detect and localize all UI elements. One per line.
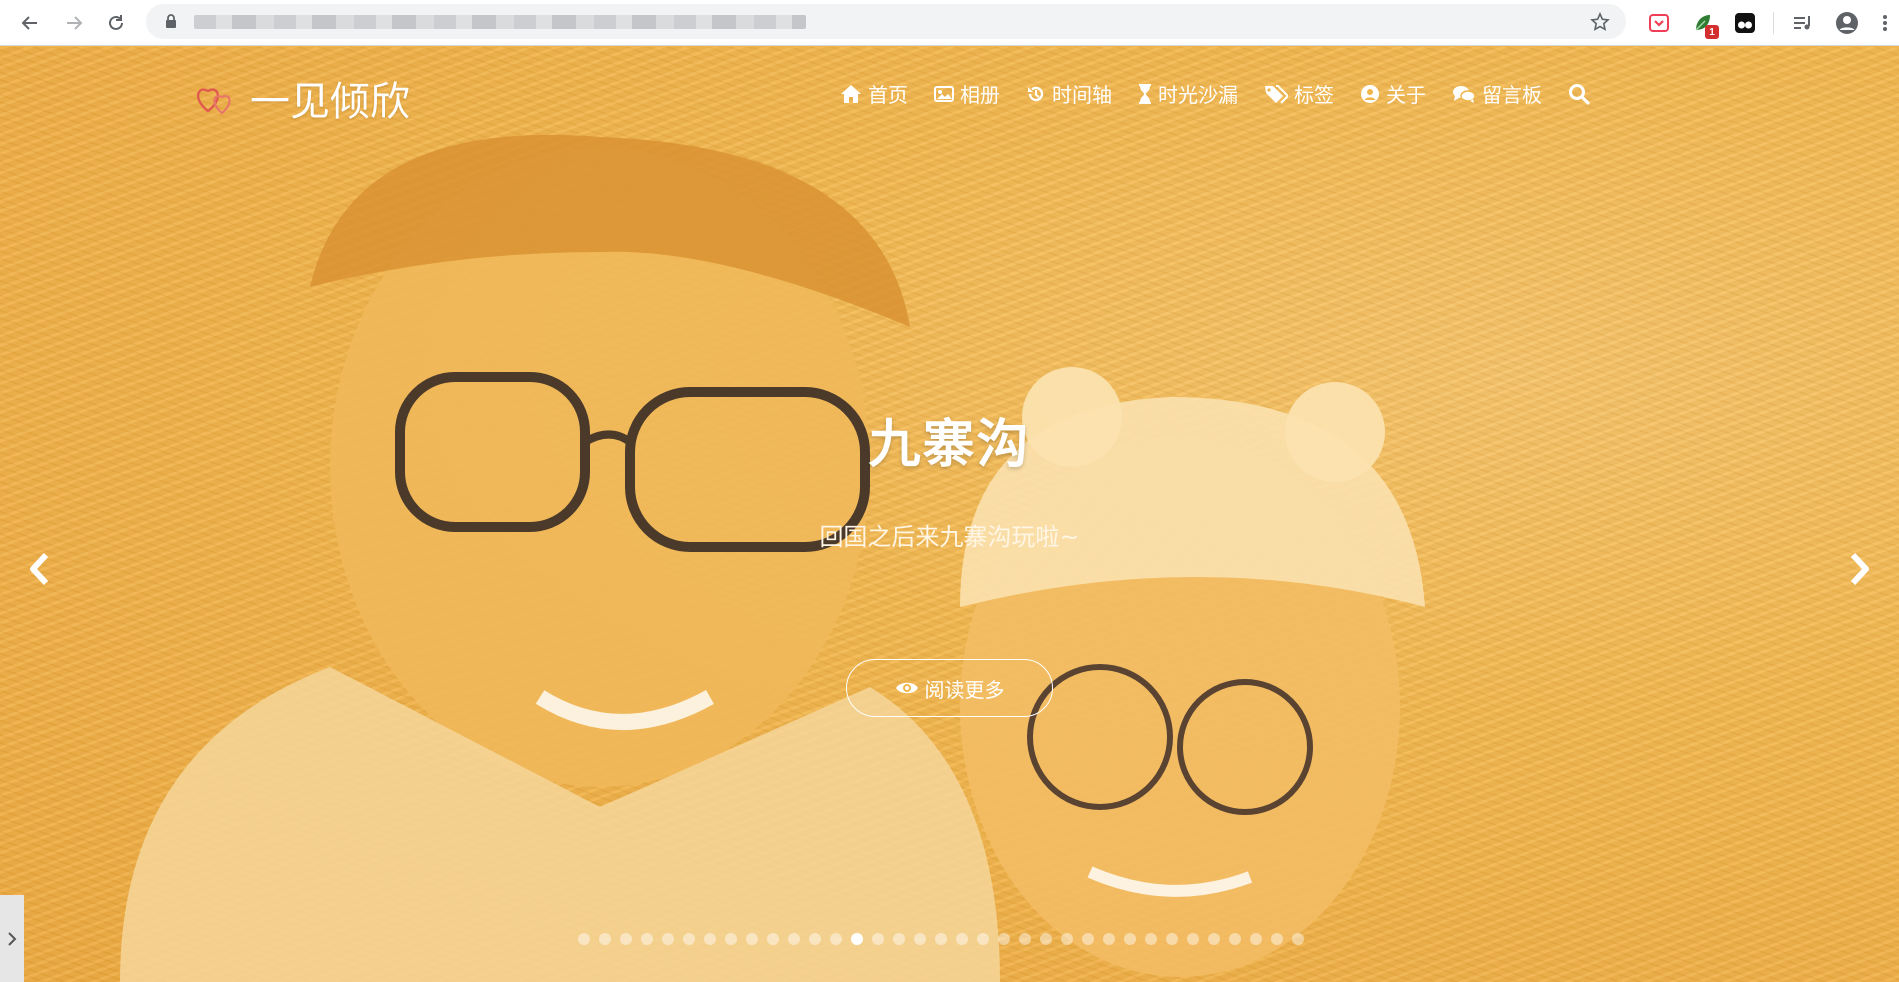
tags-icon [1265,84,1288,104]
leaf-extension-icon[interactable]: 1 [1690,10,1719,39]
media-queue-icon[interactable] [1790,10,1816,36]
carousel-indicator-dot[interactable] [620,933,632,945]
comments-icon [1453,85,1476,103]
chevron-right-icon [8,931,17,946]
image-icon [934,85,954,102]
browser-toolbar: 1 [0,0,1899,46]
tampermonkey-extension-icon[interactable] [1732,10,1758,36]
slide-subtitle: 回国之后来九寨沟玩啦~ [819,523,1080,551]
arrow-right-icon [67,16,83,30]
chevron-left-icon [30,552,49,586]
nav-item-timeline[interactable]: 时间轴 [1026,79,1112,108]
carousel-indicator-dot[interactable] [1166,933,1178,945]
lock-icon [166,14,176,28]
carousel-indicator-dot[interactable] [1040,933,1052,945]
carousel-indicator-dot[interactable] [683,933,695,945]
site-brand[interactable]: 一见倾欣 [196,69,410,127]
slide-title: 九寨沟 [868,415,1031,475]
carousel-indicator-dot[interactable] [977,933,989,945]
toolbar-divider [1773,12,1774,34]
carousel-next-button[interactable] [1843,547,1877,591]
home-icon [841,84,861,103]
arrow-left-icon [21,16,37,30]
hearts-icon [197,88,231,115]
carousel-indicator-dot[interactable] [1145,933,1157,945]
nav-item-about[interactable]: 关于 [1360,79,1426,108]
pocket-extension-icon[interactable] [1646,10,1672,36]
hero-carousel: 一见倾欣 首页 相册 时间轴 时光沙漏 标签 关于 留言板 九寨沟 回国之后来九… [0,47,1899,982]
nav-item-label: 留言板 [1482,83,1542,107]
reload-button[interactable] [102,9,130,37]
nav-item-label: 时间轴 [1052,83,1112,107]
carousel-indicator-dot[interactable] [641,933,653,945]
hourglass-icon [1139,83,1151,104]
url-text-blurred [194,15,806,29]
carousel-indicator-dot[interactable] [788,933,800,945]
nav-item-tags[interactable]: 标签 [1264,79,1334,108]
back-button[interactable] [16,9,44,37]
carousel-indicator-dot[interactable] [1250,933,1262,945]
nav-item-label: 标签 [1294,83,1334,107]
eye-icon [895,682,918,694]
carousel-indicator-dot[interactable] [1124,933,1136,945]
carousel-indicator-dot[interactable] [1187,933,1199,945]
carousel-indicator-dot[interactable] [1292,933,1304,945]
side-drawer-toggle[interactable] [0,895,24,982]
carousel-indicators [578,933,1304,945]
search-button[interactable] [1568,83,1590,105]
nav-item-guestbook[interactable]: 留言板 [1452,79,1542,108]
nav-item-home[interactable]: 首页 [840,79,908,108]
nav-item-label: 关于 [1386,83,1426,107]
carousel-indicator-dot[interactable] [725,933,737,945]
carousel-indicator-dot[interactable] [914,933,926,945]
carousel-indicator-dot[interactable] [746,933,758,945]
carousel-indicator-dot[interactable] [767,933,779,945]
chevron-right-icon [1850,552,1869,586]
site-title: 一见倾欣 [250,79,410,125]
carousel-indicator-dot[interactable] [935,933,947,945]
star-icon[interactable] [1590,12,1610,32]
slide-background-photo [120,134,1425,982]
reload-icon [109,15,123,30]
carousel-indicator-dot[interactable] [1082,933,1094,945]
carousel-indicator-dot[interactable] [578,933,590,945]
extension-badge: 1 [1705,25,1719,39]
carousel-indicator-dot[interactable] [851,933,863,945]
read-more-button[interactable]: 阅读更多 [846,659,1053,717]
carousel-indicator-dot[interactable] [872,933,884,945]
nav-item-album[interactable]: 相册 [934,79,1000,108]
more-vert-icon[interactable] [1876,10,1894,36]
carousel-indicator-dot[interactable] [1208,933,1220,945]
carousel-indicator-dot[interactable] [1271,933,1283,945]
profile-avatar-icon[interactable] [1834,10,1860,36]
carousel-indicator-dot[interactable] [1229,933,1241,945]
carousel-indicator-dot[interactable] [599,933,611,945]
nav-item-label: 时光沙漏 [1158,83,1238,107]
carousel-prev-button[interactable] [22,547,56,591]
nav-item-label: 首页 [868,83,908,107]
carousel-indicator-dot[interactable] [704,933,716,945]
nav-item-hourglass[interactable]: 时光沙漏 [1138,79,1238,108]
carousel-indicator-dot[interactable] [1103,933,1115,945]
carousel-indicator-dot[interactable] [1019,933,1031,945]
carousel-indicator-dot[interactable] [830,933,842,945]
carousel-indicator-dot[interactable] [998,933,1010,945]
read-more-label: 阅读更多 [924,677,1005,702]
forward-button[interactable] [60,9,88,37]
address-bar[interactable] [146,4,1626,39]
history-icon [1028,86,1044,101]
carousel-indicator-dot[interactable] [1061,933,1073,945]
main-navigation: 首页 相册 时间轴 时光沙漏 标签 关于 留言板 [840,79,1590,108]
carousel-indicator-dot[interactable] [956,933,968,945]
carousel-indicator-dot[interactable] [662,933,674,945]
search-icon [1569,83,1590,105]
carousel-indicator-dot[interactable] [893,933,905,945]
carousel-indicator-dot[interactable] [809,933,821,945]
nav-item-label: 相册 [960,83,1000,107]
user-circle-icon [1361,84,1379,103]
